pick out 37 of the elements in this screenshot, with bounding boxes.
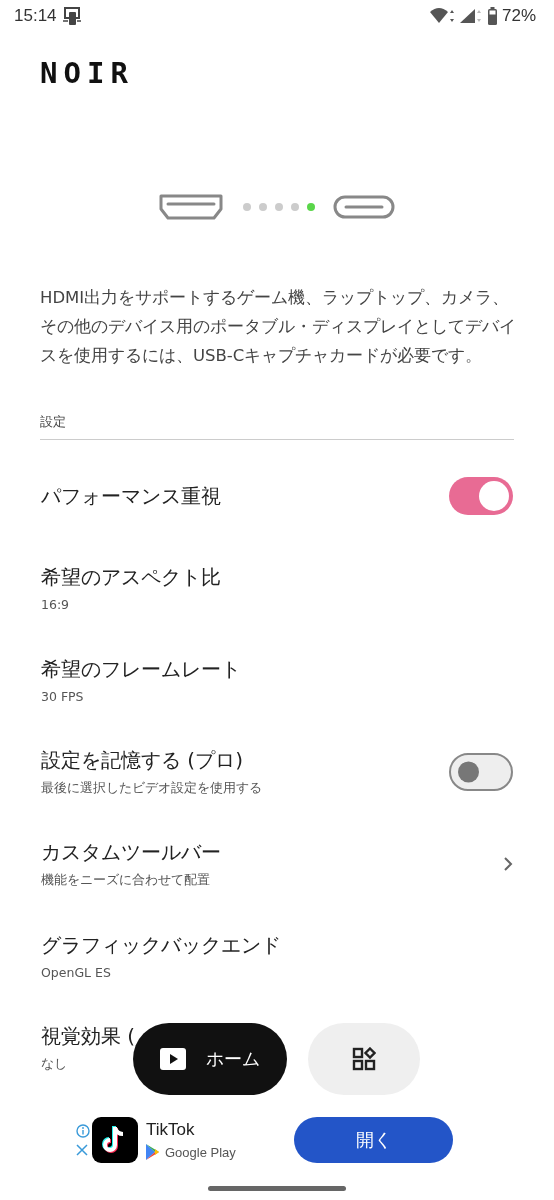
- info-icon[interactable]: [76, 1124, 90, 1138]
- setting-value: 16:9: [41, 597, 70, 612]
- signal-icon: [458, 7, 483, 25]
- ad-app-name: TikTok: [146, 1120, 196, 1140]
- setting-title: 希望のアスペクト比: [41, 564, 221, 591]
- toggle-switch[interactable]: [449, 477, 513, 515]
- setting-value: OpenGL ES: [41, 965, 111, 980]
- store-name: Google Play: [165, 1144, 236, 1160]
- toggle-switch[interactable]: [449, 753, 513, 791]
- setting-title: グラフィックバックエンド: [41, 932, 281, 959]
- setting-value: 最後に選択したビデオ設定を使用する: [41, 780, 262, 797]
- description-text: HDMI出力をサポートするゲーム機、ラップトップ、カメラ、その他のデバイス用のポータブル・ディスプレイとしてデバイスを使用するには、USB-Cキャプチャカードが必要です。: [40, 287, 516, 367]
- battery-icon: [486, 7, 498, 25]
- wifi-icon: [428, 7, 455, 25]
- setting-title: 希望のフレームレート: [41, 656, 241, 683]
- chevron-right-icon: [503, 856, 513, 872]
- setting-value: 30 FPS: [41, 689, 84, 704]
- setting-title: 視覚効果 (: [41, 1023, 136, 1050]
- play-store-icon: [146, 1144, 160, 1160]
- home-button[interactable]: ホーム: [133, 1023, 287, 1095]
- setting-title: パフォーマンス重視: [41, 482, 221, 510]
- play-icon: [160, 1048, 186, 1070]
- battery-level: 72%: [501, 6, 536, 26]
- setting-value: なし: [41, 1056, 67, 1073]
- usb-c-port-icon: [333, 195, 395, 219]
- hdmi-port-icon: [159, 194, 223, 220]
- widgets-icon: [352, 1047, 376, 1071]
- clock: 15:14: [14, 6, 57, 26]
- app-icon: [92, 1117, 138, 1163]
- phone-cast-icon: [61, 6, 82, 26]
- setting-value: 機能をニーズに合わせて配置: [41, 872, 210, 889]
- close-icon[interactable]: [76, 1144, 88, 1156]
- app-logo: NOIR: [40, 56, 134, 90]
- section-header: 設定: [40, 413, 514, 440]
- setting-title: カスタムツールバー: [41, 839, 221, 866]
- setting-title: 設定を記憶する (プロ): [41, 747, 243, 774]
- open-button[interactable]: 開く: [294, 1117, 453, 1163]
